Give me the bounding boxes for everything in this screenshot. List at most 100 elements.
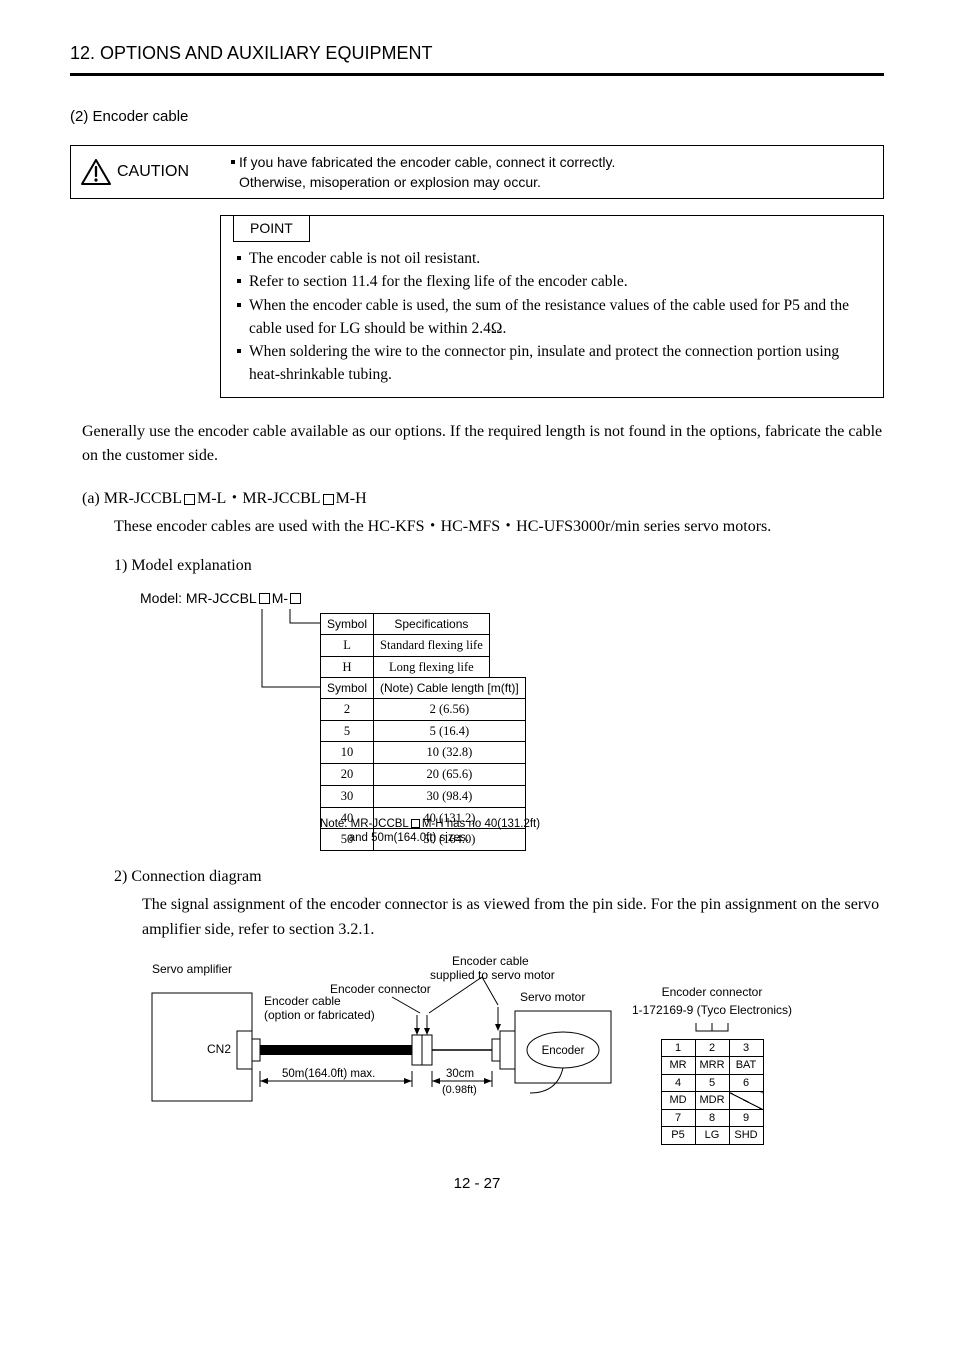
cell: 7 — [661, 1109, 695, 1127]
cell: MRR — [695, 1057, 729, 1075]
model-note: Note. MR-JCCBL M-H has no 40(131.2ft) and… — [320, 817, 540, 846]
table-row: H Long flexing life — [321, 656, 490, 678]
right-conn-line1: Encoder connector — [612, 983, 812, 1001]
section-title: 12. OPTIONS AND AUXILIARY EQUIPMENT — [70, 40, 884, 67]
cell: 20 — [321, 764, 374, 786]
sub-2-body: The signal assignment of the encoder con… — [142, 893, 884, 943]
label-servo-amplifier: Servo amplifier — [152, 962, 232, 976]
cell: 9 — [729, 1109, 763, 1127]
section-divider — [70, 73, 884, 76]
table-row: 3030 (98.4) — [321, 785, 526, 807]
model-mid: M- — [272, 588, 288, 609]
point-list: The encoder cable is not oil resistant. … — [233, 247, 871, 387]
point-item: The encoder cable is not oil resistant. — [237, 247, 871, 270]
connection-diagram: Encoder — [142, 953, 884, 1143]
table-row: P5 LG SHD — [661, 1127, 763, 1145]
sub-a-post: M-H — [336, 490, 367, 507]
len-header-length: (Note) Cable length [m(ft)] — [374, 677, 526, 698]
bullet-dot — [231, 160, 235, 164]
caution-word: CAUTION — [117, 160, 189, 184]
cell: 2 (6.56) — [374, 698, 526, 720]
cell: H — [321, 656, 374, 678]
placeholder-square-icon — [259, 593, 270, 604]
model-area: Symbol Specifications L Standard flexing… — [140, 609, 884, 839]
spec-table: Symbol Specifications L Standard flexing… — [320, 613, 490, 679]
label-30cm-sub: (0.98ft) — [442, 1084, 477, 1096]
sub-a-mid: M-L・MR-JCCBL — [197, 490, 321, 507]
spec-header-spec: Specifications — [374, 613, 490, 634]
spec-header-symbol: Symbol — [321, 613, 374, 634]
table-row: 55 (16.4) — [321, 720, 526, 742]
cell: 5 (16.4) — [374, 720, 526, 742]
cell: BAT — [729, 1057, 763, 1075]
model-pre: Model: MR-JCCBL — [140, 588, 257, 609]
caution-text: If you have fabricated the encoder cable… — [231, 152, 615, 193]
model-line: Model: MR-JCCBL M- — [140, 588, 884, 609]
cell: 5 — [695, 1074, 729, 1092]
right-conn-line2: 1-172169-9 (Tyco Electronics) — [612, 1001, 812, 1019]
placeholder-square-icon — [411, 819, 420, 828]
cell: 30 (98.4) — [374, 785, 526, 807]
warning-triangle-icon — [81, 159, 111, 185]
table-row: 7 8 9 — [661, 1109, 763, 1127]
right-connector-label-block: Encoder connector 1-172169-9 (Tyco Elect… — [612, 983, 812, 1145]
table-row: 4 5 6 — [661, 1074, 763, 1092]
sub-a-pre: (a) MR-JCCBL — [82, 490, 182, 507]
note-pre: Note. MR-JCCBL — [320, 818, 409, 830]
cell: LG — [695, 1127, 729, 1145]
label-cn2: CN2 — [207, 1042, 231, 1056]
cell: 2 — [321, 698, 374, 720]
body-paragraph: Generally use the encoder cable availabl… — [82, 420, 884, 470]
cell: P5 — [661, 1127, 695, 1145]
placeholder-square-icon — [184, 494, 195, 505]
cell: MDR — [695, 1092, 729, 1110]
sub-a-body: These encoder cables are used with the H… — [114, 515, 884, 540]
label-supplied-line1: Encoder cable — [452, 954, 529, 968]
caution-line1: If you have fabricated the encoder cable… — [239, 154, 615, 170]
caution-left: CAUTION — [81, 159, 231, 185]
cell-slash — [729, 1092, 763, 1110]
cell: 10 (32.8) — [374, 742, 526, 764]
cell: 3 — [729, 1039, 763, 1057]
cell: 5 — [321, 720, 374, 742]
note-post: M-H has no 40(131.2ft) — [422, 818, 540, 830]
table-row: 1010 (32.8) — [321, 742, 526, 764]
table-row: MD MDR — [661, 1092, 763, 1110]
caution-line2: Otherwise, misoperation or explosion may… — [239, 174, 541, 190]
sub-1-heading: 1) Model explanation — [114, 554, 884, 578]
cell: SHD — [729, 1127, 763, 1145]
table-row: 1 2 3 — [661, 1039, 763, 1057]
label-servo-motor: Servo motor — [520, 990, 585, 1004]
subsection-label: (2) Encoder cable — [70, 106, 884, 129]
caution-box: CAUTION If you have fabricated the encod… — [70, 145, 884, 200]
cell: Standard flexing life — [374, 634, 490, 656]
cell: 6 — [729, 1074, 763, 1092]
label-supplied-line2: supplied to servo motor — [430, 968, 555, 982]
label-enc-cable-line2: (option or fabricated) — [264, 1008, 375, 1022]
sub-2-heading: 2) Connection diagram — [114, 865, 884, 889]
label-enc-connector-left: Encoder connector — [330, 982, 431, 996]
placeholder-square-icon — [290, 593, 301, 604]
table-row: 2020 (65.6) — [321, 764, 526, 786]
note-line2: and 50m(164.0ft) sizes. — [349, 832, 469, 844]
sub-a-heading: (a) MR-JCCBL M-L・MR-JCCBL M-H — [82, 487, 884, 511]
table-row: L Standard flexing life — [321, 634, 490, 656]
cell: L — [321, 634, 374, 656]
cell: 10 — [321, 742, 374, 764]
point-label: POINT — [233, 215, 310, 242]
cell: 20 (65.6) — [374, 764, 526, 786]
table-row: MR MRR BAT — [661, 1057, 763, 1075]
label-50m: 50m(164.0ft) max. — [282, 1068, 375, 1080]
len-header-symbol: Symbol — [321, 677, 374, 698]
label-enc-cable-line1: Encoder cable — [264, 994, 341, 1008]
bracket-icon — [692, 1021, 732, 1035]
cell: 2 — [695, 1039, 729, 1057]
page-number: 12 - 27 — [70, 1173, 884, 1196]
cell: 4 — [661, 1074, 695, 1092]
cell: Long flexing life — [374, 656, 490, 678]
point-box: POINT The encoder cable is not oil resis… — [220, 215, 884, 398]
table-row: 22 (6.56) — [321, 698, 526, 720]
cell: MD — [661, 1092, 695, 1110]
point-item: When soldering the wire to the connector… — [237, 340, 871, 387]
label-30cm: 30cm — [446, 1068, 474, 1080]
